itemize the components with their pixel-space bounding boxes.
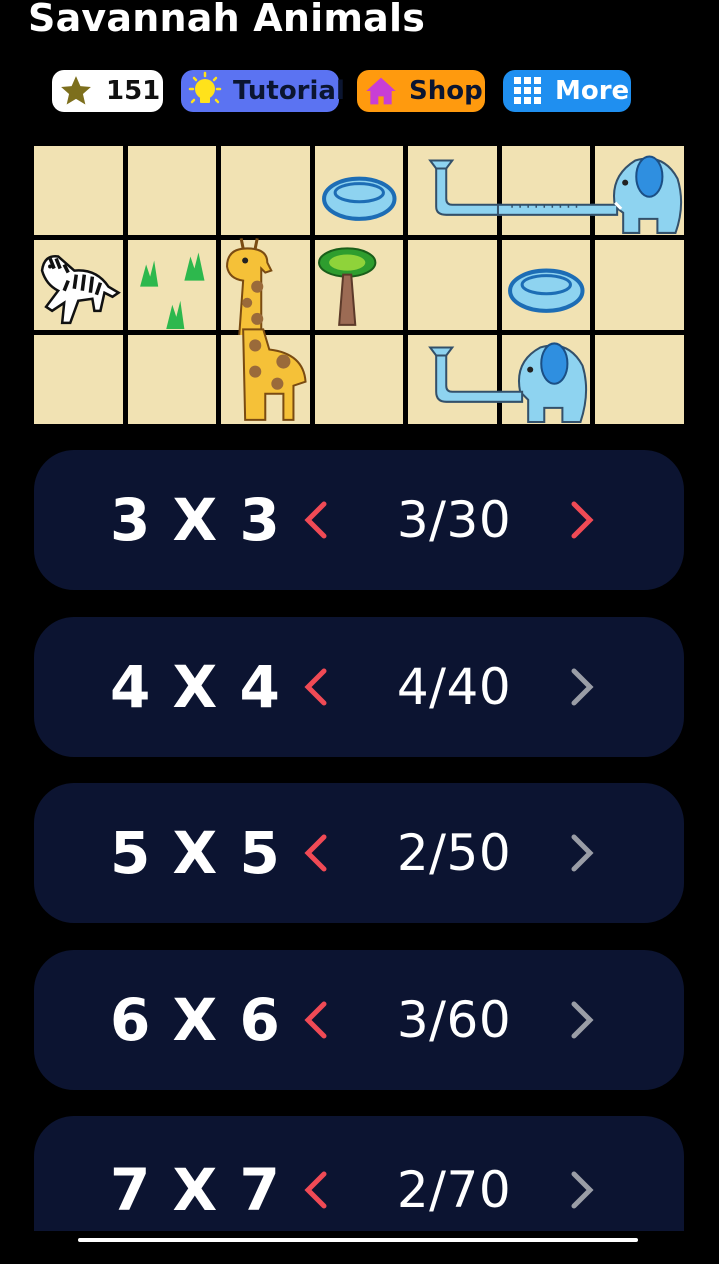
pond-icon: [507, 268, 585, 314]
board-cell[interactable]: [591, 146, 684, 236]
level-size: 4 X 4: [110, 653, 281, 721]
level-progress: 4/40: [396, 658, 512, 716]
board-cell[interactable]: [408, 334, 505, 424]
board-cell[interactable]: [221, 328, 310, 424]
shop-label: Shop: [409, 76, 483, 106]
elephant-icon: [497, 342, 587, 423]
level-card-5x5[interactable]: 5 X 5 2/50: [34, 783, 684, 923]
level-progress: 3/30: [396, 491, 512, 549]
elephant-trunk-icon: [428, 346, 505, 403]
grid-icon: [511, 74, 545, 108]
board-cell[interactable]: [314, 334, 404, 424]
chevron-left-icon[interactable]: [296, 665, 336, 709]
toolbar: 151 Tutorial Shop More: [0, 70, 719, 112]
tutorial-label: Tutorial: [233, 76, 345, 106]
board-cell[interactable]: [595, 240, 684, 330]
chevron-left-icon[interactable]: [296, 498, 336, 542]
board-cell[interactable]: [595, 334, 684, 424]
app-title: Savannah Animals: [28, 0, 426, 40]
tutorial-button[interactable]: Tutorial: [181, 70, 345, 112]
level-progress: 3/60: [396, 991, 512, 1049]
chevron-right-icon[interactable]: [562, 998, 602, 1042]
chevron-left-icon[interactable]: [296, 831, 336, 875]
board-cell[interactable]: [127, 240, 217, 330]
star-icon: [58, 73, 94, 109]
level-size: 6 X 6: [110, 986, 281, 1054]
chevron-left-icon[interactable]: [296, 998, 336, 1042]
level-size: 5 X 5: [110, 819, 281, 887]
board-cell[interactable]: [408, 146, 505, 236]
tree-icon: [317, 247, 377, 327]
board-cell[interactable]: [127, 146, 217, 236]
board-cell[interactable]: [314, 146, 404, 236]
elephant-trunk-icon: [428, 159, 505, 216]
level-card-6x6[interactable]: 6 X 6 3/60: [34, 950, 684, 1090]
home-indicator: [78, 1238, 638, 1242]
board-cell[interactable]: [497, 334, 591, 424]
chevron-left-icon[interactable]: [296, 1168, 336, 1212]
chevron-right-icon[interactable]: [562, 498, 602, 542]
board-cell[interactable]: [501, 240, 591, 330]
lightbulb-icon: [185, 70, 225, 112]
elephant-icon: [591, 155, 683, 234]
grass-icon: [139, 252, 205, 330]
giraffe-body-icon: [242, 328, 307, 421]
shop-button[interactable]: Shop: [357, 70, 485, 112]
house-icon: [363, 73, 399, 109]
chevron-right-icon[interactable]: [562, 831, 602, 875]
elephant-trunk-icon: [496, 203, 596, 216]
level-card-3x3[interactable]: 3 X 3 3/30: [34, 450, 684, 590]
chevron-right-icon[interactable]: [562, 665, 602, 709]
more-label: More: [555, 76, 630, 106]
level-card-4x4[interactable]: 4 X 4 4/40: [34, 617, 684, 757]
chevron-right-icon[interactable]: [562, 1168, 602, 1212]
coins-counter[interactable]: 151: [52, 70, 163, 112]
level-size: 3 X 3: [110, 486, 281, 554]
level-progress: 2/50: [396, 824, 512, 882]
zebra-icon: [40, 255, 121, 325]
level-card-7x7[interactable]: 7 X 7 2/70: [34, 1116, 684, 1231]
board-cell[interactable]: [34, 146, 123, 236]
coins-value: 151: [106, 76, 161, 106]
game-board: [34, 146, 684, 424]
board-cell[interactable]: [34, 240, 123, 330]
more-button[interactable]: More: [503, 70, 631, 112]
board-cell[interactable]: [221, 146, 310, 236]
pond-icon: [321, 176, 397, 221]
board-cell[interactable]: [496, 146, 596, 236]
board-cell[interactable]: [314, 240, 404, 330]
board-cell[interactable]: [127, 334, 217, 424]
board-cell[interactable]: [408, 240, 497, 330]
board-cell[interactable]: [34, 334, 123, 424]
board-cell[interactable]: [221, 238, 310, 339]
giraffe-head-icon: [226, 238, 273, 339]
